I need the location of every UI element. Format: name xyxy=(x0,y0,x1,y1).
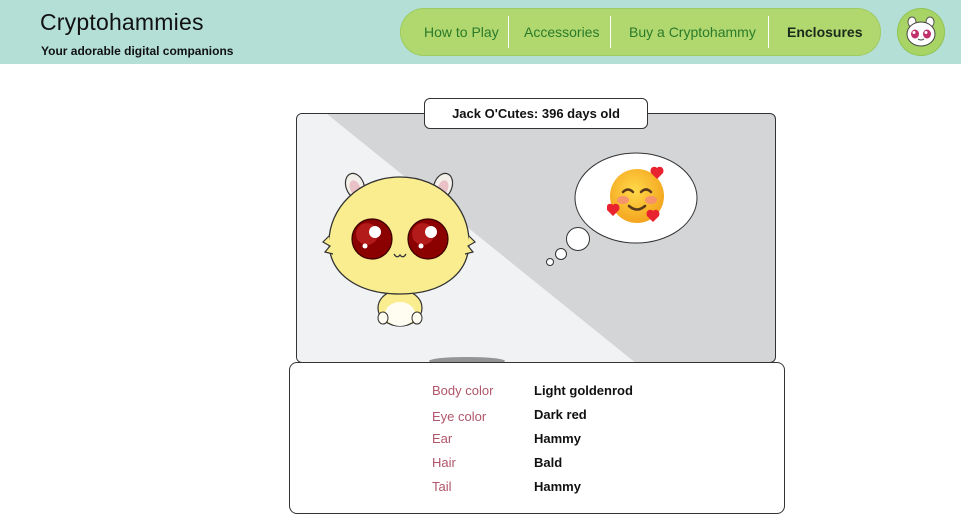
nav-divider xyxy=(768,16,769,48)
site-title[interactable]: Cryptohammies xyxy=(40,9,204,36)
nav-accessories[interactable]: Accessories xyxy=(524,8,599,56)
main-nav: How to Play Accessories Buy a Cryptohamm… xyxy=(400,8,881,56)
pet-attributes-card: Body color Light goldenrod Eye color Dar… xyxy=(289,362,785,514)
profile-avatar-button[interactable] xyxy=(897,8,945,56)
nav-enclosures[interactable]: Enclosures xyxy=(787,8,862,56)
nav-divider xyxy=(508,16,509,48)
attr-value-ear: Hammy xyxy=(534,431,581,446)
site-header: Cryptohammies Your adorable digital comp… xyxy=(0,0,961,64)
enclosure-scene xyxy=(296,113,776,363)
pet-name-age: Jack O'Cutes: 396 days old xyxy=(424,98,648,129)
hamster-avatar-icon xyxy=(906,16,936,47)
attr-label-ear: Ear xyxy=(432,431,453,446)
attr-value-eye-color: Dark red xyxy=(534,407,587,422)
site-tagline: Your adorable digital companions xyxy=(41,44,234,58)
scene-art xyxy=(297,114,698,362)
smiling-face-with-hearts-icon xyxy=(606,166,667,226)
attr-label-eye-color: Eye color xyxy=(432,409,487,424)
attr-value-hair: Bald xyxy=(534,455,563,470)
nav-buy-cryptohammy[interactable]: Buy a Cryptohammy xyxy=(629,8,756,56)
nav-how-to-play[interactable]: How to Play xyxy=(424,8,499,56)
attr-label-hair: Hair xyxy=(432,455,456,470)
attr-label-tail: Tail xyxy=(432,479,452,494)
nav-divider xyxy=(610,16,611,48)
attr-label-body-color: Body color xyxy=(432,383,494,398)
attr-value-tail: Hammy xyxy=(534,479,581,494)
attr-value-body-color: Light goldenrod xyxy=(534,383,633,398)
